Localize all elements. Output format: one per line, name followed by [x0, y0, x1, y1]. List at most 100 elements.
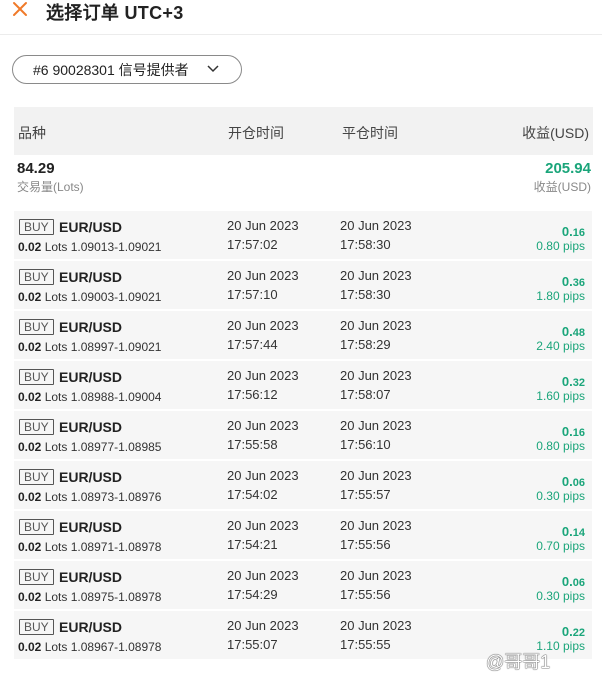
close-date: 20 Jun 2023 [340, 618, 412, 633]
order-profit-main: 0. [561, 624, 573, 639]
column-header-symbol: 品种 [18, 125, 46, 141]
close-time: 17:58:07 [340, 387, 391, 402]
open-date: 20 Jun 2023 [227, 318, 299, 333]
close-time: 17:55:55 [340, 637, 391, 652]
order-pips: 1.80 pips [536, 289, 585, 303]
open-time: 17:56:12 [227, 387, 278, 402]
table-row[interactable]: BUY EUR/USD 0.02 Lots 1.09003-1.09021 20 Ju… [14, 261, 592, 309]
order-profit: 0.32 [562, 374, 585, 389]
symbol: EUR/USD [59, 319, 123, 335]
watermark-text: @哥哥1 [486, 652, 551, 672]
open-date: 20 Jun 2023 [227, 218, 299, 233]
column-header-profit: 收益(USD) [522, 125, 589, 141]
table-row[interactable]: BUY EUR/USD 0.02 Lots 1.08971-1.08978 20 Ju… [14, 511, 592, 559]
table-row[interactable]: BUY EUR/USD 0.02 Lots 1.09013-1.09021 20 Ju… [14, 211, 592, 259]
total-volume-label: 交易量(Lots) [17, 180, 84, 194]
open-date: 20 Jun 2023 [227, 368, 299, 383]
order-profit-decimals: 36 [572, 277, 585, 289]
price-range: 1.09013-1.09021 [70, 240, 162, 254]
order-profit-decimals: 16 [572, 227, 585, 239]
close-time: 17:58:30 [340, 287, 391, 302]
order-profit-main: 0. [561, 574, 573, 589]
close-date: 20 Jun 2023 [340, 418, 412, 433]
lot-unit: Lots [44, 590, 68, 604]
open-time: 17:54:29 [227, 587, 278, 602]
open-time: 17:55:58 [227, 437, 278, 452]
order-pips: 0.30 pips [536, 489, 585, 503]
order-pips: 2.40 pips [536, 339, 585, 353]
open-date: 20 Jun 2023 [227, 618, 299, 633]
lots-and-prices: 0.02 Lots 1.08988-1.09004 [18, 390, 161, 404]
price-range: 1.08973-1.08976 [70, 490, 162, 504]
side-badge: BUY [19, 319, 54, 335]
lots-and-prices: 0.02 Lots 1.08975-1.08978 [18, 590, 161, 604]
lot-unit: Lots [44, 340, 68, 354]
table-row[interactable]: BUY EUR/USD 0.02 Lots 1.08975-1.08978 20 Ju… [14, 561, 592, 609]
lot-unit: Lots [44, 490, 68, 504]
signal-provider-dropdown[interactable]: #6 90028301 信号提供者 [12, 55, 242, 84]
price-range: 1.08975-1.08978 [70, 590, 162, 604]
lot-size: 0.02 [18, 290, 42, 304]
lot-unit: Lots [44, 240, 68, 254]
close-time: 17:55:57 [340, 487, 391, 502]
order-profit-decimals: 22 [572, 627, 585, 639]
total-profit-label: 收益(USD) [533, 180, 591, 194]
symbol: EUR/USD [59, 219, 123, 235]
table-row[interactable]: BUY EUR/USD 0.02 Lots 1.08997-1.09021 20 Ju… [14, 311, 592, 359]
side-badge: BUY [19, 469, 54, 485]
order-profit: 0.48 [562, 324, 585, 339]
order-profit-decimals: 16 [572, 427, 585, 439]
close-date: 20 Jun 2023 [340, 368, 412, 383]
close-date: 20 Jun 2023 [340, 318, 412, 333]
order-pips: 0.80 pips [536, 239, 585, 253]
close-date: 20 Jun 2023 [340, 568, 412, 583]
open-date: 20 Jun 2023 [227, 418, 299, 433]
open-time: 17:57:02 [227, 237, 278, 252]
lot-size: 0.02 [18, 340, 42, 354]
side-badge: BUY [19, 569, 54, 585]
lots-and-prices: 0.02 Lots 1.08973-1.08976 [18, 490, 161, 504]
close-time: 17:58:29 [340, 337, 391, 352]
order-profit-decimals: 06 [572, 477, 585, 489]
header-bar: 选择订单 UTC+3 [0, 0, 602, 35]
order-profit-decimals: 06 [572, 577, 585, 589]
close-date: 20 Jun 2023 [340, 268, 412, 283]
order-profit-decimals: 48 [572, 327, 585, 339]
table-row[interactable]: BUY EUR/USD 0.02 Lots 1.08977-1.08985 20 Ju… [14, 411, 592, 459]
table-row[interactable]: BUY EUR/USD 0.02 Lots 1.08973-1.08976 20 Ju… [14, 461, 592, 509]
side-badge: BUY [19, 219, 54, 235]
order-profit: 0.06 [562, 474, 585, 489]
close-time: 17:55:56 [340, 587, 391, 602]
order-profit: 0.16 [562, 224, 585, 239]
symbol: EUR/USD [59, 269, 123, 285]
order-profit-main: 0. [561, 224, 573, 239]
order-profit-main: 0. [561, 274, 573, 289]
lot-unit: Lots [44, 640, 68, 654]
signal-provider-label: #6 90028301 信号提供者 [33, 61, 189, 78]
page-title: 选择订单 UTC+3 [46, 3, 184, 23]
table-header: 品种 开仓时间 平仓时间 收益(USD) [14, 107, 593, 155]
price-range: 1.08971-1.08978 [70, 540, 162, 554]
column-header-close-time: 平仓时间 [342, 125, 398, 141]
side-badge: BUY [19, 269, 54, 285]
lot-size: 0.02 [18, 590, 42, 604]
price-range: 1.08977-1.08985 [70, 440, 162, 454]
open-date: 20 Jun 2023 [227, 568, 299, 583]
symbol: EUR/USD [59, 519, 123, 535]
price-range: 1.08967-1.08978 [70, 640, 162, 654]
close-icon[interactable] [11, 0, 31, 20]
lot-size: 0.02 [18, 540, 42, 554]
open-time: 17:57:10 [227, 287, 278, 302]
lots-and-prices: 0.02 Lots 1.09003-1.09021 [18, 290, 161, 304]
order-profit: 0.16 [562, 424, 585, 439]
order-pips: 0.70 pips [536, 539, 585, 553]
close-date: 20 Jun 2023 [340, 468, 412, 483]
lots-and-prices: 0.02 Lots 1.08971-1.08978 [18, 540, 161, 554]
table-row[interactable]: BUY EUR/USD 0.02 Lots 1.08988-1.09004 20 Ju… [14, 361, 592, 409]
order-pips: 0.30 pips [536, 589, 585, 603]
symbol: EUR/USD [59, 469, 123, 485]
lots-and-prices: 0.02 Lots 1.08977-1.08985 [18, 440, 161, 454]
lot-unit: Lots [44, 540, 68, 554]
price-range: 1.09003-1.09021 [70, 290, 162, 304]
price-range: 1.08997-1.09021 [70, 340, 162, 354]
